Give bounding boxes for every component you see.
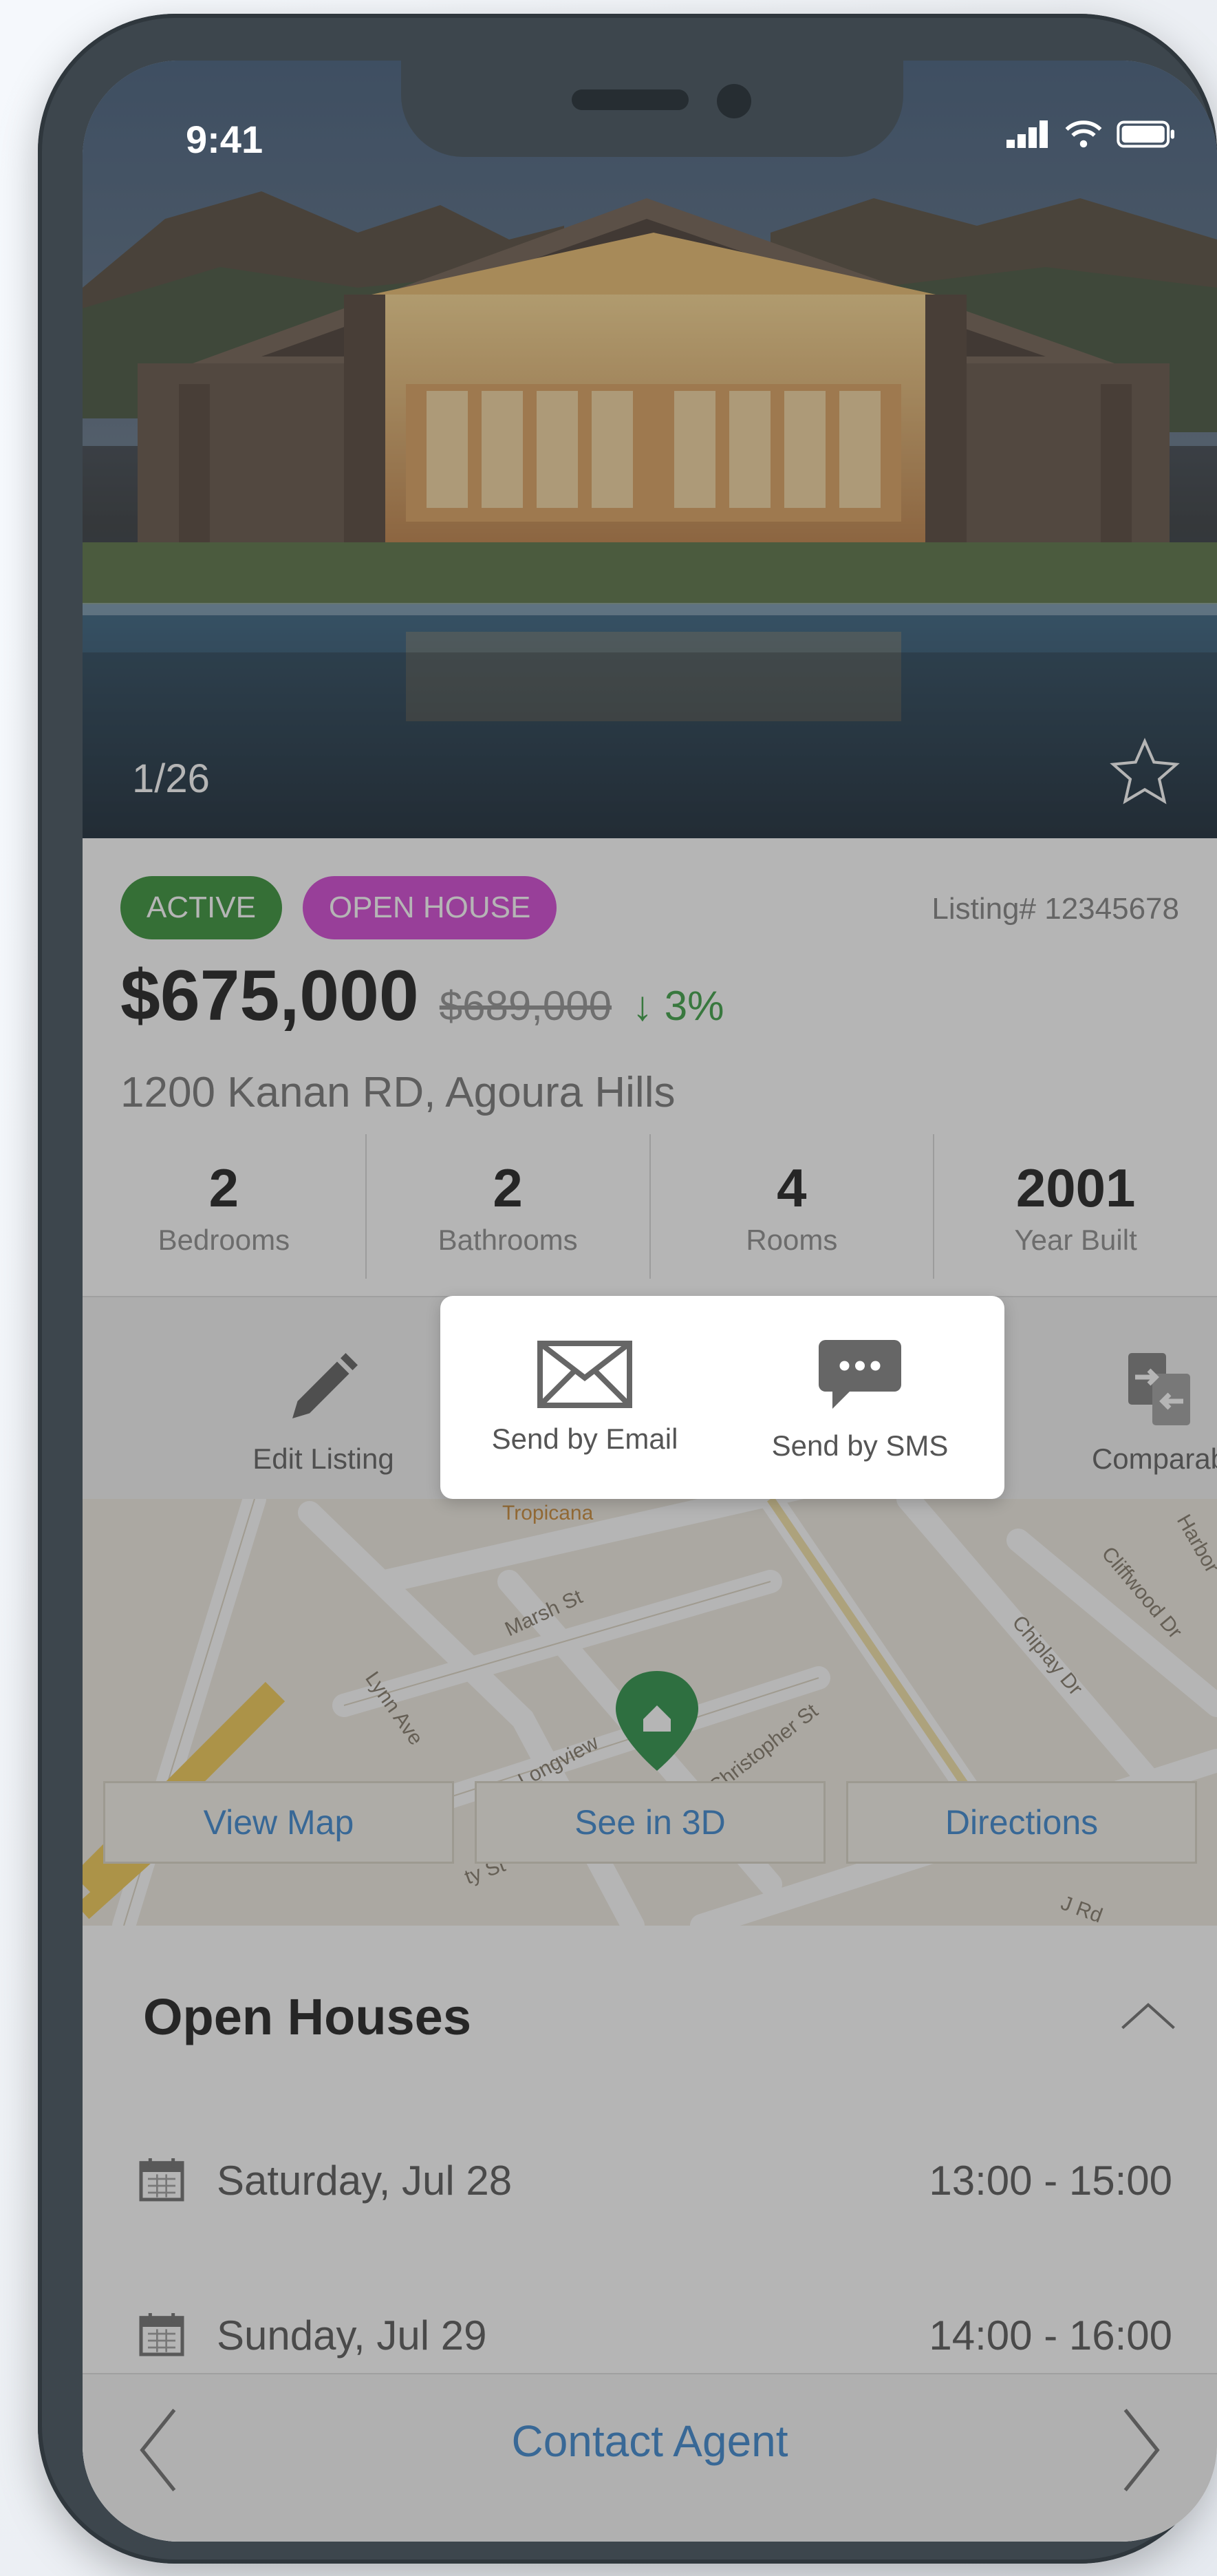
house-photo-illustration [83, 61, 1217, 838]
open-house-item[interactable]: Sunday, Jul 29 14:00 - 16:00 [83, 2294, 1217, 2376]
stat-bedrooms: 2 Bedrooms [83, 1134, 367, 1279]
stat-value: 4 [777, 1157, 807, 1218]
wifi-icon [1065, 120, 1102, 148]
pencil-icon [292, 1353, 358, 1418]
envelope-icon [537, 1340, 632, 1408]
open-house-time: 14:00 - 16:00 [929, 2312, 1172, 2359]
directions-button[interactable]: Directions [846, 1781, 1197, 1864]
stat-value: 2001 [1015, 1157, 1136, 1218]
chevron-right-icon [1123, 2409, 1160, 2491]
stat-value: 2 [493, 1157, 523, 1218]
stat-label: Year Built [1014, 1223, 1137, 1256]
action-label: Comparab [1091, 1443, 1217, 1475]
next-listing-button[interactable] [1114, 2402, 1169, 2502]
action-label: Send by SMS [771, 1429, 949, 1462]
status-time: 9:41 [186, 118, 263, 161]
active-badge: ACTIVE [120, 876, 282, 939]
calendar-icon [134, 2151, 189, 2210]
open-house-day: Sunday, Jul 29 [217, 2312, 487, 2359]
previous-price: $689,000 [439, 983, 612, 1029]
stat-bathrooms: 2 Bathrooms [367, 1134, 651, 1279]
contact-agent-button[interactable]: Contact Agent [83, 2416, 1217, 2467]
status-badges: ACTIVE OPEN HOUSE [120, 876, 557, 939]
open-house-badge: OPEN HOUSE [302, 876, 557, 939]
favorite-button[interactable] [1107, 735, 1183, 814]
status-icons [1006, 120, 1176, 149]
chevron-up-icon [1121, 2003, 1175, 2030]
action-label: Send by Email [491, 1422, 678, 1455]
open-house-item[interactable]: Saturday, Jul 28 13:00 - 15:00 [83, 2139, 1217, 2222]
stat-year-built: 2001 Year Built [934, 1134, 1217, 1279]
speaker-grille [572, 89, 689, 110]
stat-rooms: 4 Rooms [651, 1134, 935, 1279]
action-label: Edit Listing [252, 1443, 394, 1475]
open-house-day: Saturday, Jul 28 [217, 2157, 513, 2204]
send-by-sms-button[interactable]: Send by SMS [722, 1296, 998, 1499]
signal-icon [1006, 120, 1048, 148]
listing-number: Listing# 12345678 [931, 892, 1179, 926]
collapse-open-houses-button[interactable] [1117, 1991, 1179, 2043]
price-row: $675,000 $689,000 ↓ 3% [120, 955, 724, 1037]
share-popover: Send by Email Send by SMS [440, 1296, 1004, 1499]
comparables-button[interactable]: Comparab [1039, 1297, 1217, 1524]
stat-label: Bathrooms [438, 1223, 578, 1256]
phone-frame: 1/26 ACTIVE OPEN HOUSE Listing# 12345678… [38, 14, 1217, 2564]
star-icon [1110, 738, 1180, 805]
phone-notch [401, 61, 903, 157]
front-camera [717, 84, 751, 118]
see-in-3d-button[interactable]: See in 3D [475, 1781, 826, 1864]
compare-icon [1128, 1353, 1190, 1425]
stat-label: Bedrooms [158, 1223, 290, 1256]
edit-listing-button[interactable]: Edit Listing [186, 1297, 461, 1524]
stat-value: 2 [208, 1157, 239, 1218]
listing-photo[interactable]: 1/26 [83, 61, 1217, 838]
send-by-email-button[interactable]: Send by Email [447, 1296, 722, 1499]
price-change: ↓ 3% [632, 983, 724, 1029]
current-price: $675,000 [120, 956, 419, 1036]
bottom-navigation-bar: Contact Agent [83, 2373, 1217, 2542]
open-houses-title: Open Houses [143, 1988, 471, 2045]
calendar-icon [134, 2306, 189, 2365]
stat-label: Rooms [746, 1223, 838, 1256]
photo-counter: 1/26 [132, 756, 210, 801]
map-label-tropicana: Tropicana [502, 1502, 594, 1524]
battery-icon [1117, 120, 1175, 148]
chat-bubble-icon [819, 1339, 901, 1409]
phone-screen: 1/26 ACTIVE OPEN HOUSE Listing# 12345678… [83, 61, 1217, 2542]
open-house-time: 13:00 - 15:00 [929, 2157, 1172, 2204]
listing-stats: 2 Bedrooms 2 Bathrooms 4 Rooms 2001 Year… [83, 1134, 1217, 1279]
view-map-button[interactable]: View Map [103, 1781, 454, 1864]
listing-address: 1200 Kanan RD, Agoura Hills [120, 1069, 676, 1116]
